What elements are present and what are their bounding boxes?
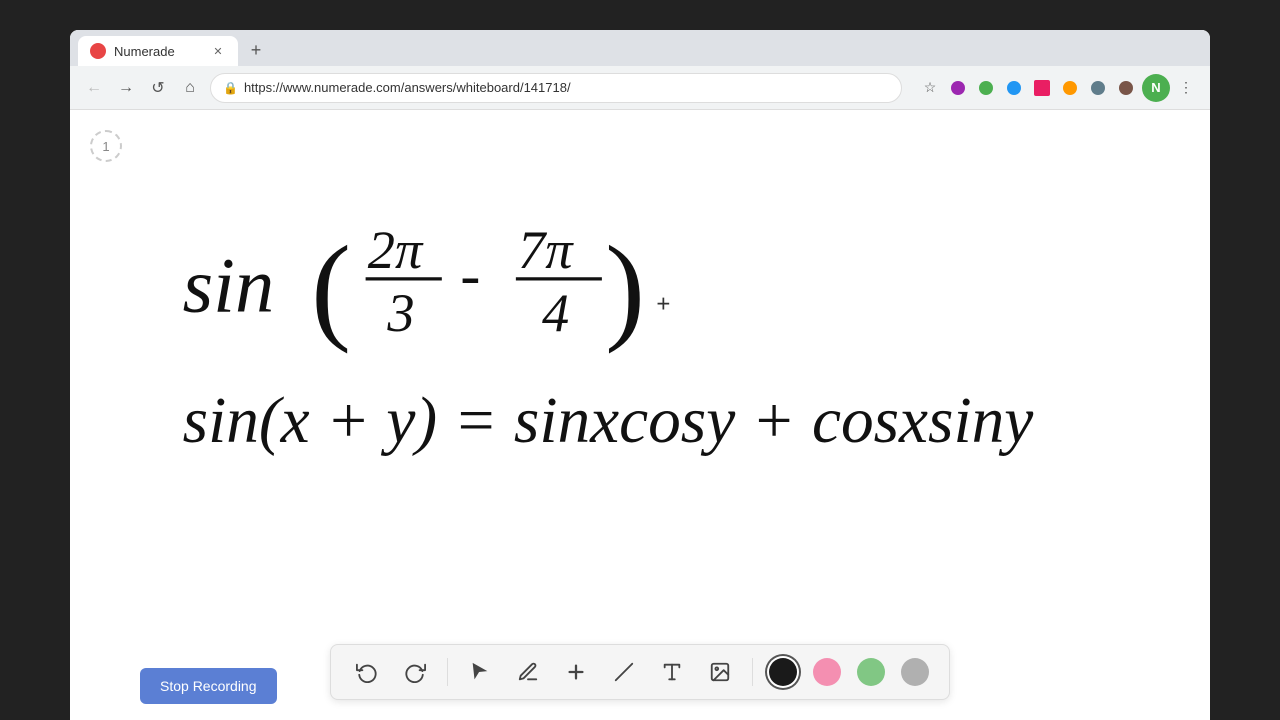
whiteboard: 1 sin ( 2π 3 - 7π — [70, 110, 1210, 720]
address-bar[interactable]: 🔒 https://www.numerade.com/answers/white… — [210, 73, 902, 103]
extension-icon-2[interactable] — [974, 76, 998, 100]
tab-bar: Numerade ✕ + — [70, 30, 1210, 66]
right-border — [1210, 0, 1280, 720]
browser-toolbar: ☆ N ⋮ — [918, 74, 1198, 102]
select-tool-button[interactable] — [464, 656, 496, 688]
extension-icon-7[interactable] — [1114, 76, 1138, 100]
svg-text:3: 3 — [386, 282, 414, 343]
new-tab-button[interactable]: + — [242, 36, 270, 64]
pen-tool-button[interactable] — [512, 656, 544, 688]
redo-button[interactable] — [399, 656, 431, 688]
tab-title: Numerade — [114, 44, 202, 59]
svg-text:sin(x + y) = sinxcosy + cosxsi: sin(x + y) = sinxcosy + cosxsiny — [183, 385, 1035, 457]
separator-2 — [752, 658, 753, 686]
home-button[interactable]: ⌂ — [178, 76, 202, 100]
text-tool-button[interactable] — [656, 656, 688, 688]
bookmark-star-icon[interactable]: ☆ — [918, 76, 942, 100]
tab-favicon — [90, 43, 106, 59]
extension-icon-1[interactable] — [946, 76, 970, 100]
tab-close-button[interactable]: ✕ — [210, 43, 226, 59]
eraser-tool-button[interactable] — [608, 656, 640, 688]
reload-button[interactable]: ↺ — [146, 76, 170, 100]
math-svg: sin ( 2π 3 - 7π 4 ) — [150, 170, 1130, 518]
svg-text:7π: 7π — [518, 219, 574, 280]
color-gray[interactable] — [901, 658, 929, 686]
undo-button[interactable] — [351, 656, 383, 688]
extension-icon-3[interactable] — [1002, 76, 1026, 100]
forward-button[interactable]: → — [114, 76, 138, 100]
color-black[interactable] — [769, 658, 797, 686]
svg-text:2π: 2π — [368, 219, 424, 280]
page-indicator: 1 — [90, 130, 122, 162]
svg-text:4: 4 — [542, 282, 569, 343]
menu-icon[interactable]: ⋮ — [1174, 76, 1198, 100]
color-pink[interactable] — [813, 658, 841, 686]
svg-text:-: - — [460, 242, 480, 308]
bottom-toolbar — [330, 644, 950, 700]
profile-icon[interactable]: N — [1142, 74, 1170, 102]
add-tool-button[interactable] — [560, 656, 592, 688]
browser-window: Numerade ✕ + ← → ↺ ⌂ 🔒 https://www.numer… — [70, 30, 1210, 720]
url-text: https://www.numerade.com/answers/whitebo… — [244, 80, 571, 95]
active-tab[interactable]: Numerade ✕ — [78, 36, 238, 66]
extension-icon-5[interactable] — [1058, 76, 1082, 100]
back-button[interactable]: ← — [82, 76, 106, 100]
image-tool-button[interactable] — [704, 656, 736, 688]
svg-text:(: ( — [311, 221, 351, 354]
color-green[interactable] — [857, 658, 885, 686]
address-bar-area: ← → ↺ ⌂ 🔒 https://www.numerade.com/answe… — [70, 66, 1210, 110]
math-content: sin ( 2π 3 - 7π 4 ) — [150, 170, 1130, 523]
left-border — [0, 0, 70, 720]
extension-icon-4[interactable] — [1030, 76, 1054, 100]
separator-1 — [447, 658, 448, 686]
stop-recording-button[interactable]: Stop Recording — [140, 668, 277, 704]
extension-icon-6[interactable] — [1086, 76, 1110, 100]
lock-icon: 🔒 — [223, 81, 238, 95]
svg-text:): ) — [605, 221, 645, 354]
svg-text:+: + — [656, 291, 670, 318]
svg-text:sin: sin — [183, 242, 274, 329]
